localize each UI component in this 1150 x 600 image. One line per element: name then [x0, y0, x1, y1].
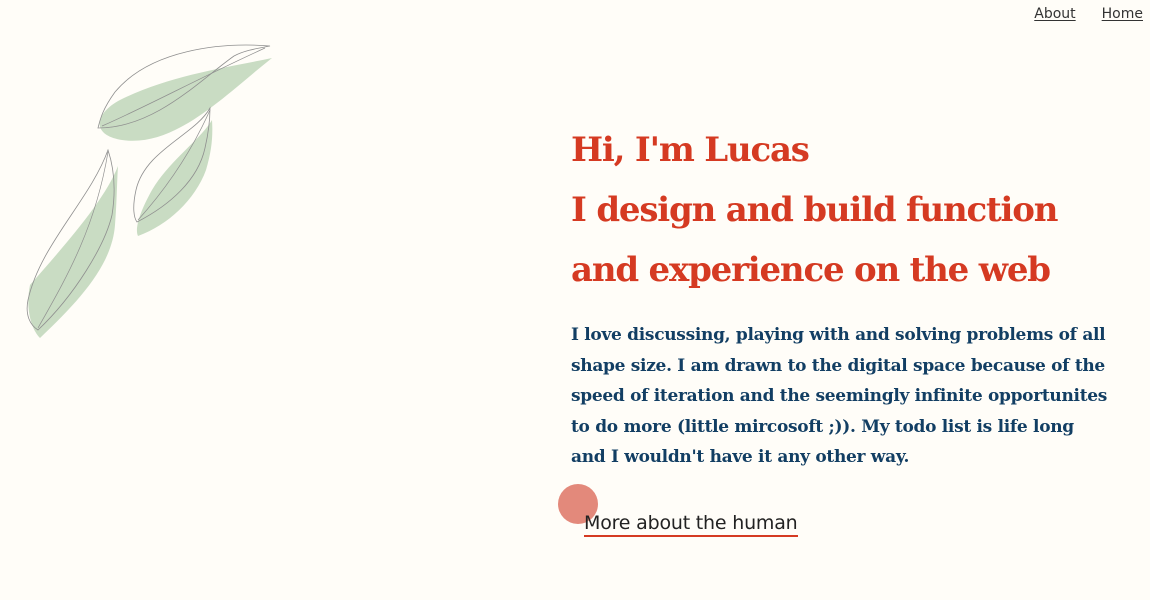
headline-line-2: I design and build function: [571, 190, 1058, 230]
nav-home-link[interactable]: Home: [1102, 6, 1143, 22]
hero-intro: I love discussing, playing with and solv…: [571, 325, 1108, 467]
hero-section: Hi, I'm Lucas I design and build functio…: [571, 120, 1121, 473]
hero-headline: Hi, I'm Lucas I design and build functio…: [571, 120, 1121, 300]
more-about-link[interactable]: More about the human: [584, 512, 798, 537]
top-nav: About Home: [1034, 6, 1143, 22]
leaves-illustration-icon: [26, 44, 273, 338]
nav-about-link[interactable]: About: [1034, 6, 1075, 22]
headline-line-1: Hi, I'm Lucas: [571, 130, 810, 170]
headline-line-3: and experience on the web: [571, 250, 1051, 290]
